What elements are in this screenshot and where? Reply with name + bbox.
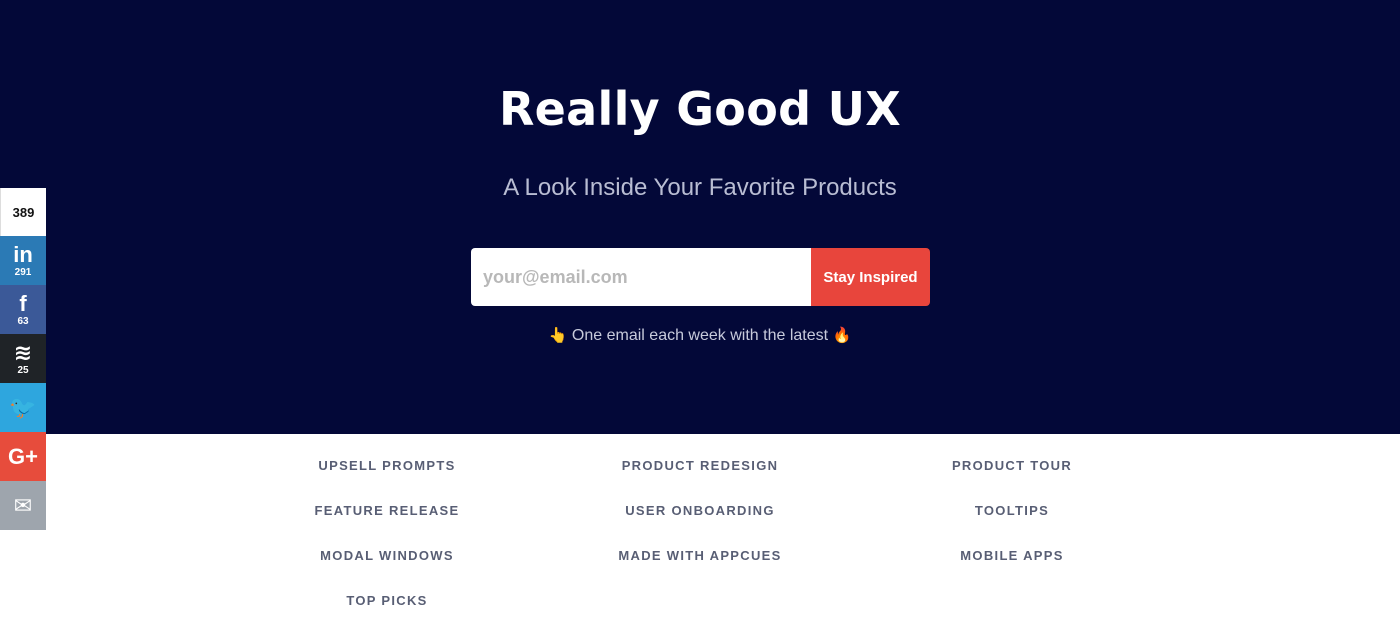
share-buffer-button[interactable]: ≋ 25 bbox=[0, 334, 46, 383]
nav-link-top-picks[interactable]: TOP PICKS bbox=[257, 593, 517, 608]
linkedin-share-count: 291 bbox=[14, 267, 32, 278]
nav-link-user-onboarding[interactable]: USER ONBOARDING bbox=[570, 503, 830, 518]
share-total-count: 389 bbox=[0, 188, 46, 236]
linkedin-icon: in bbox=[13, 242, 33, 267]
category-nav: UPSELL PROMPTS FEATURE RELEASE MODAL WIN… bbox=[0, 434, 1400, 629]
nav-link-tooltips[interactable]: TOOLTIPS bbox=[882, 503, 1142, 518]
hero-section: Really Good UX A Look Inside Your Favori… bbox=[0, 0, 1400, 434]
tagline-text: One email each week with the latest bbox=[571, 327, 829, 344]
page-title: Really Good UX bbox=[498, 82, 902, 136]
email-field[interactable] bbox=[471, 248, 811, 306]
pointing-up-icon: 👆 bbox=[548, 327, 568, 344]
newsletter-form: Stay Inspired bbox=[471, 248, 930, 306]
nav-link-mobile-apps[interactable]: MOBILE APPS bbox=[882, 548, 1142, 563]
buffer-icon: ≋ bbox=[13, 340, 33, 365]
nav-link-upsell-prompts[interactable]: UPSELL PROMPTS bbox=[257, 458, 517, 473]
nav-link-product-tour[interactable]: PRODUCT TOUR bbox=[882, 458, 1142, 473]
share-facebook-button[interactable]: f 63 bbox=[0, 285, 46, 334]
share-linkedin-button[interactable]: in 291 bbox=[0, 236, 46, 285]
twitter-icon: 🐦 bbox=[9, 394, 37, 420]
nav-link-feature-release[interactable]: FEATURE RELEASE bbox=[257, 503, 517, 518]
share-twitter-button[interactable]: 🐦 bbox=[0, 383, 46, 432]
nav-link-made-with-appcues[interactable]: MADE WITH APPCUES bbox=[570, 548, 830, 563]
facebook-icon: f bbox=[19, 291, 27, 316]
subscribe-button[interactable]: Stay Inspired bbox=[811, 248, 930, 306]
tagline: 👆 One email each week with the latest 🔥 bbox=[0, 326, 1400, 345]
facebook-share-count: 63 bbox=[17, 316, 29, 327]
nav-link-product-redesign[interactable]: PRODUCT REDESIGN bbox=[570, 458, 830, 473]
page-subtitle: A Look Inside Your Favorite Products bbox=[503, 174, 897, 201]
nav-link-modal-windows[interactable]: MODAL WINDOWS bbox=[257, 548, 517, 563]
fire-icon: 🔥 bbox=[832, 327, 852, 344]
buffer-share-count: 25 bbox=[17, 365, 29, 376]
